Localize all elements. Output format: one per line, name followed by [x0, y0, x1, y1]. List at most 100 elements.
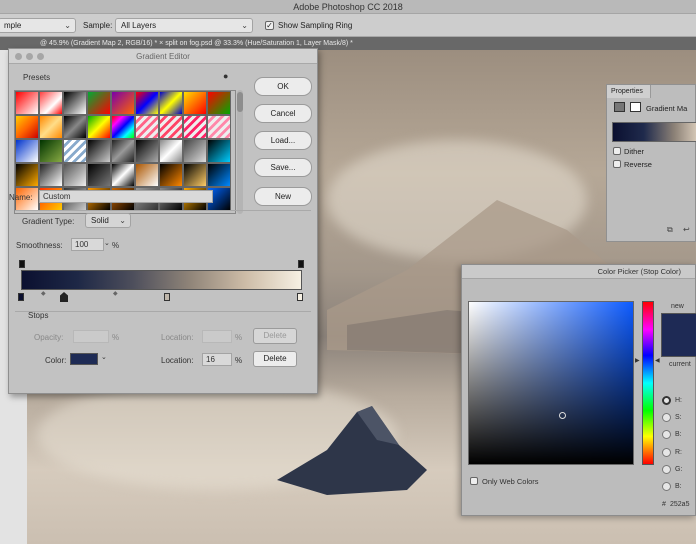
options-bar: mple ⌄ Sample: All Layers ⌄ ✓ Show Sampl…	[0, 14, 696, 37]
preset-swatch[interactable]	[183, 115, 207, 139]
channel-radio-r[interactable]	[662, 448, 671, 457]
presets-scroll-thumb[interactable]	[237, 92, 243, 112]
smoothness-field[interactable]: 100	[71, 238, 104, 251]
delete-opacity-stop-button[interactable]: Delete	[253, 328, 297, 344]
preset-swatch[interactable]	[183, 139, 207, 163]
preset-swatch[interactable]	[15, 91, 39, 115]
preset-swatch[interactable]	[15, 115, 39, 139]
preset-swatch[interactable]	[63, 163, 87, 187]
preset-swatch[interactable]	[111, 91, 135, 115]
preset-swatch[interactable]	[39, 139, 63, 163]
slider-arrow-icon[interactable]: ▶	[635, 357, 640, 364]
color-marker[interactable]	[559, 412, 566, 419]
undo-icon[interactable]: ↩	[683, 225, 690, 234]
preset-swatch[interactable]	[39, 91, 63, 115]
clip-icon[interactable]: ⧉	[667, 225, 673, 235]
channel-radio-s[interactable]	[662, 413, 671, 422]
delete-color-stop-button[interactable]: Delete	[253, 351, 297, 367]
preset-swatch[interactable]	[135, 115, 159, 139]
preset-swatch[interactable]	[135, 163, 159, 187]
preset-swatch[interactable]	[15, 163, 39, 187]
opacity-stop-right[interactable]	[298, 260, 304, 268]
gradient-type-select[interactable]: Solid ⌄	[85, 213, 131, 228]
gradient-editor-title-bar[interactable]: Gradient Editor	[9, 49, 317, 64]
cancel-button[interactable]: Cancel	[254, 104, 312, 123]
preset-swatch[interactable]	[87, 91, 111, 115]
preset-swatch[interactable]	[63, 91, 87, 115]
chevron-down-icon[interactable]: ⌄	[104, 239, 110, 247]
channel-label: B:	[675, 431, 682, 438]
close-dot-icon[interactable]	[15, 53, 22, 60]
preset-swatch[interactable]	[207, 115, 231, 139]
sample-select[interactable]: All Layers ⌄	[115, 18, 253, 33]
preset-swatch[interactable]	[183, 163, 207, 187]
preset-swatch[interactable]	[15, 139, 39, 163]
show-sampling-ring-checkbox[interactable]: ✓	[265, 21, 274, 30]
hue-slider[interactable]	[642, 301, 654, 465]
preset-swatch[interactable]	[63, 115, 87, 139]
load-button[interactable]: Load...	[254, 131, 312, 150]
preset-swatch[interactable]	[159, 115, 183, 139]
channel-radio-g[interactable]	[662, 465, 671, 474]
opacity-stop-left[interactable]	[19, 260, 25, 268]
preset-swatch[interactable]	[111, 115, 135, 139]
mode-select[interactable]: mple ⌄	[0, 18, 76, 33]
reverse-checkbox[interactable]	[613, 160, 621, 168]
properties-gradient-preview[interactable]	[612, 122, 696, 142]
adjustment-icon[interactable]	[614, 102, 625, 112]
opacity-location-field[interactable]	[202, 330, 232, 343]
color-stop[interactable]	[297, 293, 303, 301]
mask-icon[interactable]	[630, 102, 641, 112]
channel-radio-blue[interactable]	[662, 482, 671, 491]
preset-swatch[interactable]	[87, 115, 111, 139]
preset-swatch[interactable]	[207, 163, 231, 187]
color-stop-selected[interactable]	[60, 292, 68, 302]
color-stop[interactable]	[164, 293, 170, 301]
preset-swatch[interactable]	[183, 91, 207, 115]
preset-swatch[interactable]	[39, 163, 63, 187]
chevron-down-icon: ⌄	[241, 21, 248, 30]
opacity-unit: %	[112, 333, 120, 342]
slider-arrow-icon[interactable]: ◀	[655, 357, 660, 364]
preset-swatch[interactable]	[63, 139, 87, 163]
hex-field[interactable]: 252a5	[670, 501, 689, 508]
preset-swatch[interactable]	[207, 91, 231, 115]
gear-icon[interactable]: ●	[223, 71, 228, 81]
color-picker-title[interactable]: Color Picker (Stop Color)	[462, 265, 695, 279]
stop-color-swatch[interactable]	[70, 353, 98, 365]
channel-radio-b[interactable]	[662, 430, 671, 439]
opacity-field[interactable]	[73, 330, 109, 343]
channel-label: H:	[675, 397, 682, 404]
preset-swatch[interactable]	[111, 163, 135, 187]
ok-button[interactable]: OK	[254, 77, 312, 96]
dither-checkbox[interactable]	[613, 147, 621, 155]
preset-swatch[interactable]	[159, 163, 183, 187]
channel-radio-h[interactable]	[662, 396, 671, 405]
save-button[interactable]: Save...	[254, 158, 312, 177]
preset-swatch[interactable]	[111, 139, 135, 163]
only-web-colors-checkbox[interactable]	[470, 477, 478, 485]
minimize-dot-icon[interactable]	[26, 53, 33, 60]
name-field[interactable]: Custom	[39, 190, 213, 203]
presets-scrollbar[interactable]	[237, 90, 243, 214]
preset-swatch[interactable]	[87, 163, 111, 187]
preset-swatch[interactable]	[159, 91, 183, 115]
preset-swatch[interactable]	[135, 139, 159, 163]
channel-label: B:	[675, 483, 682, 490]
midpoint-marker-icon[interactable]: ◆	[41, 290, 46, 297]
new-button[interactable]: New	[254, 187, 312, 206]
color-field[interactable]	[468, 301, 634, 465]
gradient-preview-bar[interactable]	[21, 270, 302, 290]
preset-swatch[interactable]	[159, 139, 183, 163]
preset-swatch[interactable]	[87, 139, 111, 163]
preset-swatch[interactable]	[39, 115, 63, 139]
color-stop[interactable]	[18, 293, 24, 301]
chevron-down-icon[interactable]: ⌄	[101, 353, 107, 361]
zoom-dot-icon[interactable]	[37, 53, 44, 60]
color-location-field[interactable]: 16	[202, 353, 232, 366]
midpoint-marker-icon[interactable]: ◆	[113, 290, 118, 297]
dither-label: Dither	[624, 147, 645, 156]
preset-swatch[interactable]	[207, 139, 231, 163]
properties-tab[interactable]: Properties	[607, 85, 651, 98]
preset-swatch[interactable]	[135, 91, 159, 115]
